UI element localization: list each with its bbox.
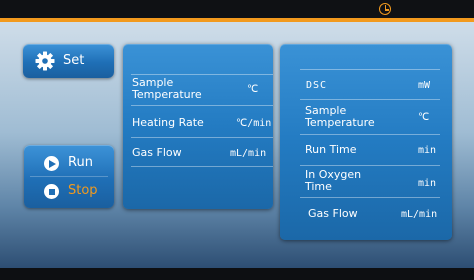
dsc-unit: mW xyxy=(418,80,431,91)
gas-flow-label: Gas Flow xyxy=(308,207,358,220)
run-button-label: Run xyxy=(68,155,93,170)
sample-temperature-unit: ℃ xyxy=(418,112,430,123)
sample-temperature-label: Sample Temperature xyxy=(305,104,375,129)
set-button[interactable]: Set xyxy=(23,44,114,78)
in-oxygen-time-unit: min xyxy=(418,178,437,189)
dsc-label: DSC xyxy=(306,80,328,91)
top-status-bar xyxy=(0,0,474,18)
bottom-bar xyxy=(0,268,474,280)
set-button-label: Set xyxy=(63,53,85,68)
separator xyxy=(300,134,440,135)
separator xyxy=(300,69,440,70)
stop-button[interactable]: Stop xyxy=(24,176,114,206)
readings-panel: DSC mW Sample Temperature ℃ Run Time min… xyxy=(280,44,452,240)
run-button[interactable]: Run xyxy=(24,148,114,178)
heating-rate-unit: ℃/min xyxy=(236,118,272,129)
gas-flow-unit: mL/min xyxy=(230,148,267,159)
separator xyxy=(300,99,440,100)
separator xyxy=(300,197,440,198)
run-time-label: Run Time xyxy=(305,143,357,156)
separator xyxy=(131,74,273,75)
sample-temperature-unit: ℃ xyxy=(247,84,259,95)
stop-circle-icon xyxy=(44,184,59,199)
heating-rate-label: Heating Rate xyxy=(132,116,204,129)
gear-icon xyxy=(35,51,55,71)
sample-temperature-label: Sample Temperature xyxy=(132,76,202,101)
in-oxygen-time-label: In Oxygen Time xyxy=(305,168,362,193)
separator xyxy=(131,105,273,106)
run-time-unit: min xyxy=(418,145,437,156)
clock-icon xyxy=(379,3,391,15)
separator xyxy=(131,166,273,167)
run-stop-group: Run Stop xyxy=(24,145,114,208)
stop-button-label: Stop xyxy=(68,183,98,198)
gas-flow-unit: mL/min xyxy=(401,209,438,220)
play-circle-icon xyxy=(44,156,59,171)
settings-panel: Sample Temperature ℃ Heating Rate ℃/min … xyxy=(123,44,273,209)
separator xyxy=(300,165,440,166)
gas-flow-label: Gas Flow xyxy=(132,146,182,159)
separator xyxy=(131,137,273,138)
